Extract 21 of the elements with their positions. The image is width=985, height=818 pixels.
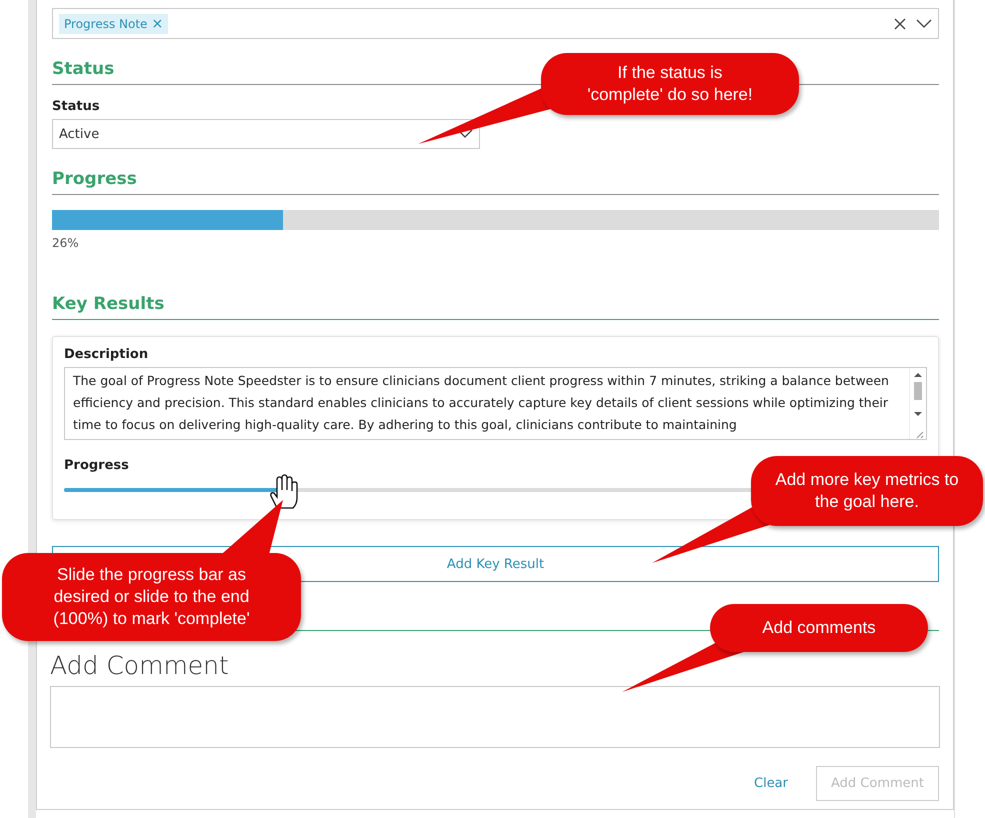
chevron-down-icon[interactable] bbox=[916, 18, 932, 28]
keyword-tag: Progress Note × bbox=[59, 14, 168, 34]
progress-reading: 26% bbox=[52, 236, 80, 250]
scrollbar[interactable] bbox=[909, 368, 926, 439]
field-label: Status bbox=[52, 99, 101, 114]
section-heading: Key Results bbox=[52, 294, 164, 316]
remove-tag-button[interactable]: × bbox=[151, 16, 164, 30]
description-field[interactable]: The goal of Progress Note Speedster is to ensure clinicians document client progress within 7 minutes, striking a balance between efficiency and precision. This standard enables clinicians to accurately capture key details of client sessions while optimizing their time to focus on delivering high-quality care. By adhering to this goal, clinicians contribute to maintaining bbox=[64, 367, 927, 440]
section-heading: Status bbox=[52, 59, 114, 81]
callout-bubble: Add comments bbox=[710, 604, 928, 652]
comment-heading: Add Comment bbox=[50, 651, 230, 680]
keywords-field[interactable]: Progress Note × bbox=[52, 8, 939, 39]
field-label: Progress bbox=[64, 458, 130, 473]
callout-bubble: Add more key metrics to the goal here. bbox=[751, 456, 983, 526]
section-heading: Progress bbox=[52, 169, 137, 191]
status-select[interactable]: Active bbox=[52, 119, 480, 149]
callout-bubble: If the status is 'complete' do so here! bbox=[541, 53, 799, 115]
clear-icon[interactable] bbox=[894, 18, 906, 30]
field-label: Description bbox=[64, 347, 150, 362]
clear-link[interactable]: Clear bbox=[754, 776, 788, 791]
comment-field[interactable] bbox=[50, 686, 940, 748]
